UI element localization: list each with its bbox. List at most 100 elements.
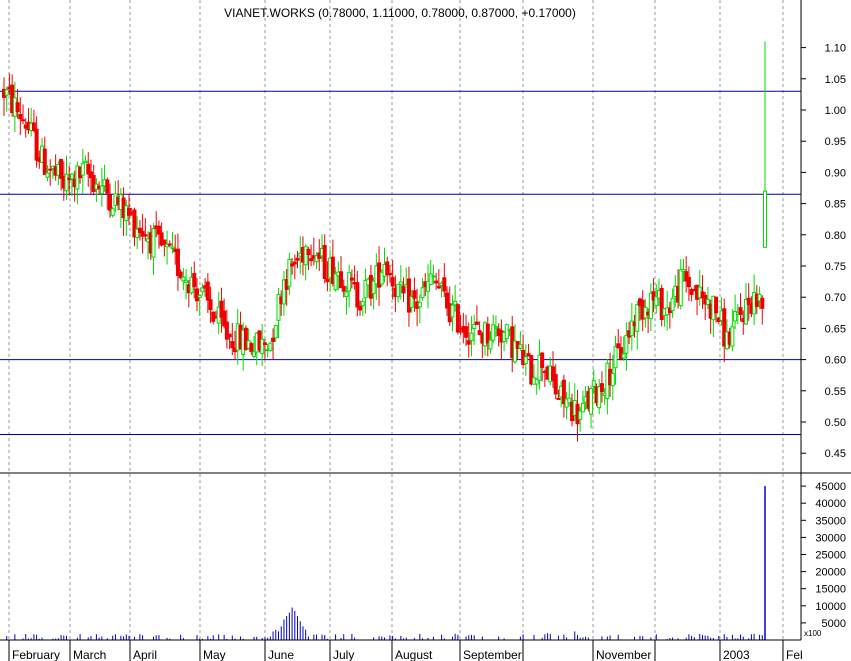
candle-body: [197, 294, 202, 298]
candle-body: [80, 163, 85, 176]
candle-body: [420, 287, 425, 299]
candle-body: [322, 244, 327, 279]
candle-body: [194, 288, 199, 302]
candle-body: [271, 337, 276, 342]
candle-body: [45, 172, 50, 178]
candle-body: [610, 373, 615, 387]
candle-body: [42, 148, 47, 175]
candle-body: [325, 278, 330, 283]
candle-body: [205, 281, 210, 301]
price-tick-label: 0.45: [825, 448, 846, 460]
price-tick-label: 0.65: [825, 323, 846, 335]
candle-body: [110, 208, 115, 216]
price-volume-chart: 0.45 0.50 0.55 0.60 0.65 0.70 0.75 0.80 0.85 0.90…: [0, 0, 851, 661]
month-label: Fel: [786, 648, 803, 661]
candle-body: [616, 343, 621, 349]
volume-tick-label: 10000: [815, 601, 846, 613]
price-tick-label: 0.75: [825, 261, 846, 273]
month-label: November: [596, 648, 651, 661]
candle-body: [99, 185, 104, 194]
candle-body: [105, 179, 110, 194]
candle-body: [518, 344, 523, 349]
month-label: April: [133, 648, 157, 661]
candle-body: [523, 356, 528, 365]
volume-tick-label: 5000: [822, 618, 846, 630]
candle-body: [192, 272, 197, 288]
candle-body: [390, 277, 395, 287]
candle-body: [472, 323, 477, 330]
candle-body: [292, 261, 297, 265]
candle-body: [613, 346, 618, 369]
candle-body: [273, 325, 278, 339]
candle-body: [358, 305, 363, 311]
candle-body: [34, 128, 39, 161]
candle-body: [341, 285, 346, 292]
candle-body: [488, 339, 493, 350]
price-tick-label: 0.60: [825, 355, 846, 367]
candle-body: [434, 280, 439, 284]
candle-body: [493, 326, 498, 329]
candle-body: [556, 397, 561, 400]
candle-body: [504, 324, 509, 339]
month-label: July: [333, 648, 354, 661]
candle-body: [553, 374, 558, 395]
candle-body: [469, 332, 474, 342]
candle-body: [4, 89, 9, 96]
candle-body: [59, 158, 64, 179]
candle-body: [599, 383, 604, 392]
candle-body: [442, 277, 447, 292]
price-tick-label: 0.55: [825, 386, 846, 398]
candle-body: [387, 272, 392, 276]
candle-body: [143, 234, 148, 237]
candle-body: [208, 299, 213, 311]
candle-body: [763, 190, 767, 248]
volume-multiplier: x100: [804, 629, 822, 638]
candle-body: [349, 277, 354, 281]
candle-body: [344, 291, 349, 298]
candle-body: [360, 301, 365, 307]
candle-body: [260, 338, 265, 355]
candle-body: [730, 326, 735, 347]
candle-body: [624, 335, 629, 354]
candle-body: [184, 280, 189, 284]
volume-tick-label: 15000: [815, 584, 846, 596]
price-tick-label: 0.80: [825, 230, 846, 242]
volume-tick-label: 20000: [815, 567, 846, 579]
candle-body: [162, 239, 167, 245]
candle-body: [714, 296, 719, 314]
price-tick-label: 1.10: [825, 43, 846, 55]
candle-body: [464, 326, 469, 338]
candle-body: [21, 119, 26, 122]
candle-body: [591, 380, 596, 387]
candle-body: [227, 333, 232, 338]
candle-body: [578, 410, 583, 420]
candle-body: [107, 194, 112, 211]
volume-tick-label: 40000: [815, 498, 846, 510]
candle-body: [580, 402, 585, 413]
chart-title: VIANET.WORKS (0.78000, 1.11000, 0.78000,…: [224, 6, 576, 20]
month-label: June: [268, 648, 294, 661]
month-label: August: [395, 648, 433, 661]
candle-body: [589, 387, 594, 415]
candle-body: [170, 246, 175, 249]
price-tick-label: 0.70: [825, 292, 846, 304]
month-label: September: [463, 648, 522, 661]
candle-body: [670, 297, 675, 311]
candle-body: [428, 273, 433, 285]
candle-body: [15, 102, 20, 113]
candle-body: [151, 228, 156, 258]
candle-body: [249, 343, 254, 352]
volume-tick-label: 35000: [815, 515, 846, 527]
candle-body: [686, 276, 691, 288]
candle-body: [398, 281, 403, 285]
candle-body: [69, 173, 74, 180]
candle-body: [64, 173, 69, 192]
candle-body: [48, 168, 53, 171]
volume-tick-label: 25000: [815, 550, 846, 562]
candle-body: [309, 258, 314, 262]
price-tick-label: 0.50: [825, 417, 846, 429]
candle-body: [474, 321, 479, 325]
candle-body: [681, 269, 686, 272]
month-label: 2003: [723, 648, 750, 661]
candle-body: [268, 342, 273, 352]
